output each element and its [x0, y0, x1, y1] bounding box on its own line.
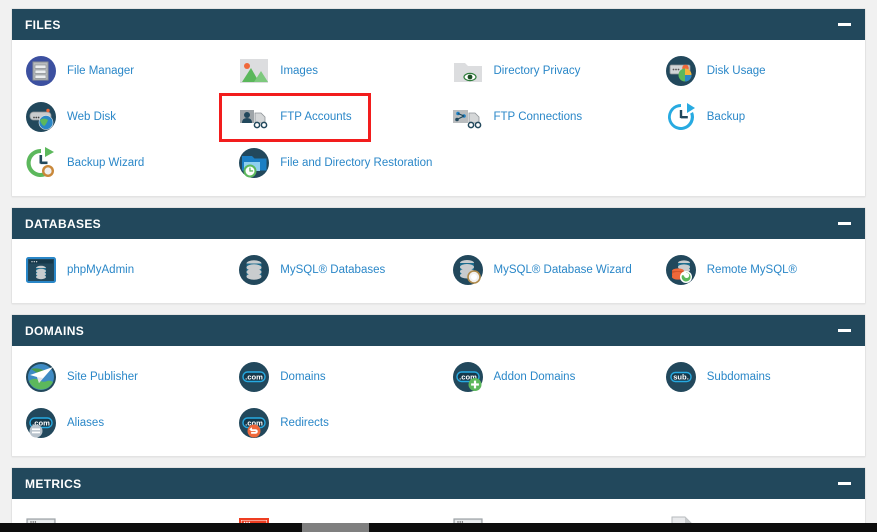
section-card-databases: DATABASES phpMyAdmin MySQL® Databases MySQL… — [11, 207, 866, 304]
minimize-button[interactable] — [833, 15, 853, 35]
app-item-subdomains[interactable]: sub. Subdomains — [652, 354, 865, 400]
section-header-metrics: METRICS — [12, 468, 865, 499]
app-item-ftp-accounts[interactable]: FTP Accounts — [219, 93, 438, 142]
app-item-label: phpMyAdmin — [67, 264, 135, 276]
ftp-accounts-icon — [238, 101, 270, 133]
svg-text:sub.: sub. — [673, 373, 689, 382]
app-item-mysql-databases[interactable]: MySQL® Databases — [225, 247, 438, 293]
app-item-label: Images — [280, 65, 318, 77]
section-body: phpMyAdmin MySQL® Databases MySQL® Databas… — [12, 239, 865, 303]
section-header-files: FILES — [12, 9, 865, 40]
app-item-label: Remote MySQL® — [706, 264, 798, 276]
item-row: File Manager Images Directory Privacy Disk … — [12, 48, 865, 94]
app-item-addon-domains[interactable]: .com Addon Domains — [439, 354, 652, 400]
app-item-label: Addon Domains — [493, 371, 576, 383]
section-title: METRICS — [25, 476, 82, 491]
section-title: FILES — [25, 17, 61, 32]
subdomains-icon: sub. — [665, 361, 697, 393]
app-item-label: MySQL® Databases — [280, 264, 386, 276]
section-card-domains: DOMAINS Site Publisher .com Domains .com Addo… — [11, 314, 866, 457]
app-item-label: Backup Wizard — [67, 157, 145, 169]
app-item-label: Redirects — [280, 417, 329, 429]
cpanel-page: FILES File Manager Images Directory Privacy… — [0, 0, 877, 532]
section-body: File Manager Images Directory Privacy Disk … — [12, 40, 865, 196]
remote-mysql-icon — [665, 254, 697, 286]
phpmyadmin-icon — [25, 254, 57, 286]
ftp-connections-icon — [452, 101, 484, 133]
app-item-phpmyadmin[interactable]: phpMyAdmin — [12, 247, 225, 293]
section-header-databases: DATABASES — [12, 208, 865, 239]
item-placeholder — [439, 140, 652, 186]
app-item-label: Domains — [280, 371, 326, 383]
addon-domains-icon: .com — [452, 361, 484, 393]
item-placeholder — [652, 400, 865, 446]
minimize-icon — [838, 23, 851, 26]
app-item-label: Site Publisher — [67, 371, 138, 383]
images-icon — [238, 55, 270, 87]
section-title: DOMAINS — [25, 323, 85, 338]
section-header-domains: DOMAINS — [12, 315, 865, 346]
domains-icon: .com — [238, 361, 270, 393]
file-manager-icon — [25, 55, 57, 87]
app-item-domains[interactable]: .com Domains — [225, 354, 438, 400]
horizontal-scrollbar[interactable] — [0, 523, 877, 532]
app-item-file-manager[interactable]: File Manager — [12, 48, 225, 94]
app-item-mysql-database-wizard[interactable]: MySQL® Database Wizard — [439, 247, 652, 293]
disk-usage-icon — [665, 55, 697, 87]
backup-icon — [665, 101, 697, 133]
item-row: phpMyAdmin MySQL® Databases MySQL® Databas… — [12, 247, 865, 293]
app-item-label: Aliases — [67, 417, 105, 429]
item-row: Web Disk FTP Accounts FTP Connections Backu… — [12, 93, 865, 142]
app-item-label: Directory Privacy — [493, 65, 581, 77]
section-body: Site Publisher .com Domains .com Addon Domai… — [12, 346, 865, 456]
section-card-files: FILES File Manager Images Directory Privacy… — [11, 8, 866, 197]
app-item-label: File and Directory Restoration — [280, 157, 433, 169]
redirects-icon: .com — [238, 407, 270, 439]
app-item-backup-wizard[interactable]: Backup Wizard — [12, 140, 225, 186]
minimize-button[interactable] — [833, 474, 853, 494]
app-item-remote-mysql[interactable]: Remote MySQL® — [652, 247, 865, 293]
minimize-icon — [838, 482, 851, 485]
app-item-directory-privacy[interactable]: Directory Privacy — [439, 48, 652, 94]
file-restoration-icon — [238, 147, 270, 179]
mysql-wizard-icon — [452, 254, 484, 286]
item-placeholder — [439, 400, 652, 446]
app-item-redirects[interactable]: .com Redirects — [225, 400, 438, 446]
app-item-file-and-directory-restoration[interactable]: File and Directory Restoration — [225, 140, 438, 186]
app-item-images[interactable]: Images — [225, 48, 438, 94]
minimize-icon — [838, 329, 851, 332]
horizontal-scrollbar-thumb[interactable] — [302, 523, 369, 532]
item-placeholder — [652, 140, 865, 186]
minimize-button[interactable] — [833, 214, 853, 234]
svg-text:.com: .com — [245, 372, 263, 381]
backup-wizard-icon — [25, 147, 57, 179]
minimize-button[interactable] — [833, 321, 853, 341]
web-disk-icon — [25, 101, 57, 133]
cpanel-scroll-area[interactable]: FILES File Manager Images Directory Privacy… — [0, 0, 877, 532]
item-row: .com Aliases .com Redirects — [12, 400, 865, 446]
directory-privacy-icon — [452, 55, 484, 87]
app-item-aliases[interactable]: .com Aliases — [12, 400, 225, 446]
app-item-label: FTP Accounts — [280, 111, 352, 123]
app-item-label: Disk Usage — [706, 65, 766, 77]
item-row: Backup Wizard File and Directory Restorat… — [12, 140, 865, 186]
app-item-disk-usage[interactable]: Disk Usage — [652, 48, 865, 94]
app-item-web-disk[interactable]: Web Disk — [12, 94, 225, 140]
item-row: Site Publisher .com Domains .com Addon Domai… — [12, 354, 865, 400]
mysql-databases-icon — [238, 254, 270, 286]
app-item-label: Web Disk — [67, 111, 116, 123]
app-item-label: Subdomains — [706, 371, 771, 383]
section-title: DATABASES — [25, 216, 102, 231]
app-item-backup[interactable]: Backup — [652, 94, 865, 140]
site-publisher-icon — [25, 361, 57, 393]
app-item-label: Backup — [706, 111, 746, 123]
app-item-label: MySQL® Database Wizard — [493, 264, 632, 276]
app-item-site-publisher[interactable]: Site Publisher — [12, 354, 225, 400]
minimize-icon — [838, 222, 851, 225]
aliases-icon: .com — [25, 407, 57, 439]
app-item-label: FTP Connections — [493, 111, 583, 123]
app-item-ftp-connections[interactable]: FTP Connections — [439, 94, 652, 140]
app-item-label: File Manager — [67, 65, 135, 77]
